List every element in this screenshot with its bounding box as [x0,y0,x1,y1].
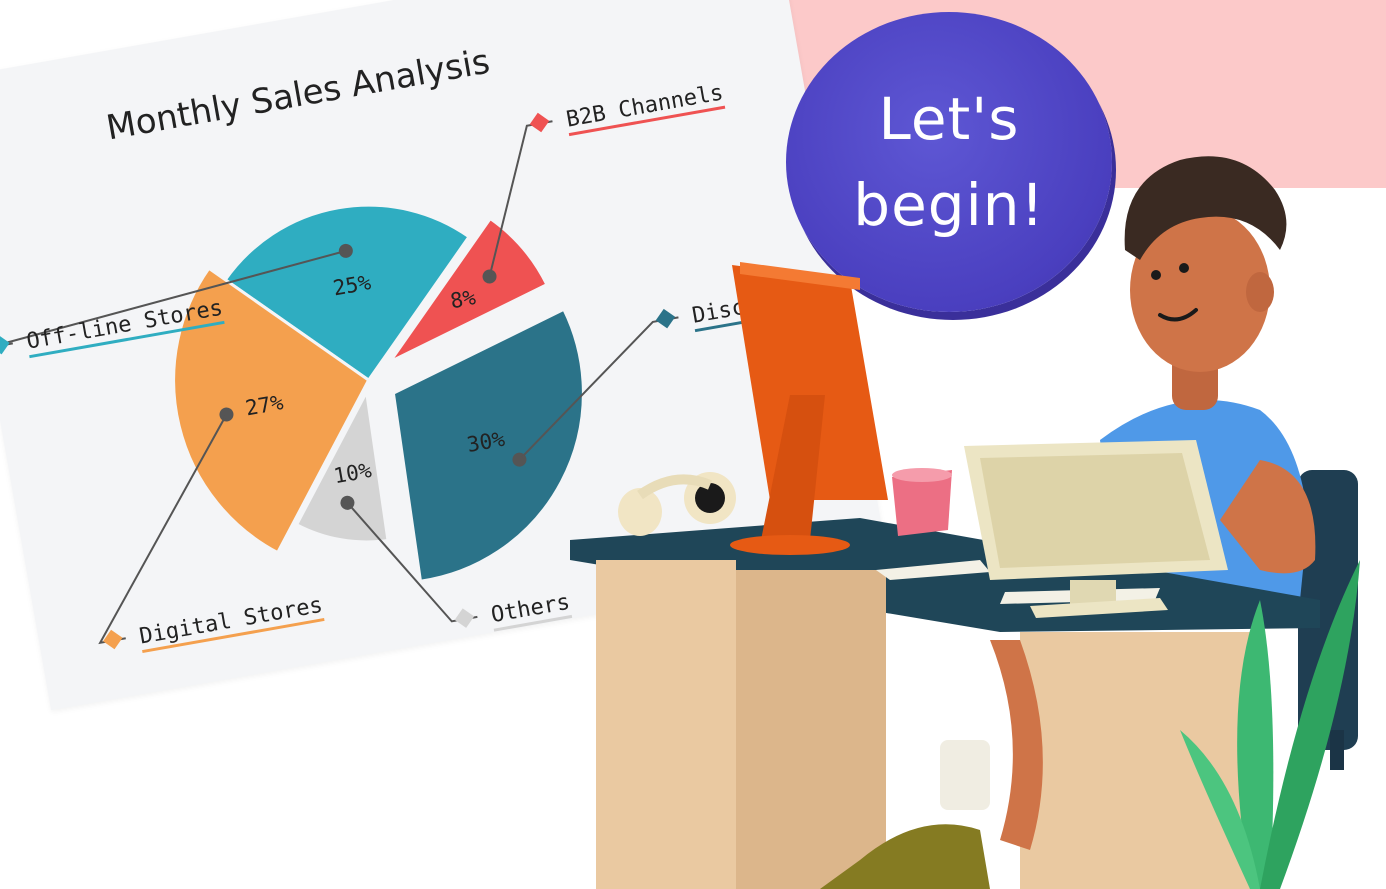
callout-label: Digital Stores [138,593,325,650]
head [1124,156,1287,372]
callout-label: B2B Channels [564,80,725,132]
slice-percent-label: 8% [448,285,477,313]
headphones-icon [618,472,736,536]
monitor-icon [730,262,888,555]
person-at-desk-illustration [570,156,1360,889]
chart-title: Monthly Sales Analysis [103,42,492,149]
legend-marker [0,334,10,355]
legend-marker [529,112,550,133]
cup-icon [892,468,952,536]
pie-slices: 25% 8%30%10%27% [172,203,585,583]
legend-marker [454,608,475,628]
